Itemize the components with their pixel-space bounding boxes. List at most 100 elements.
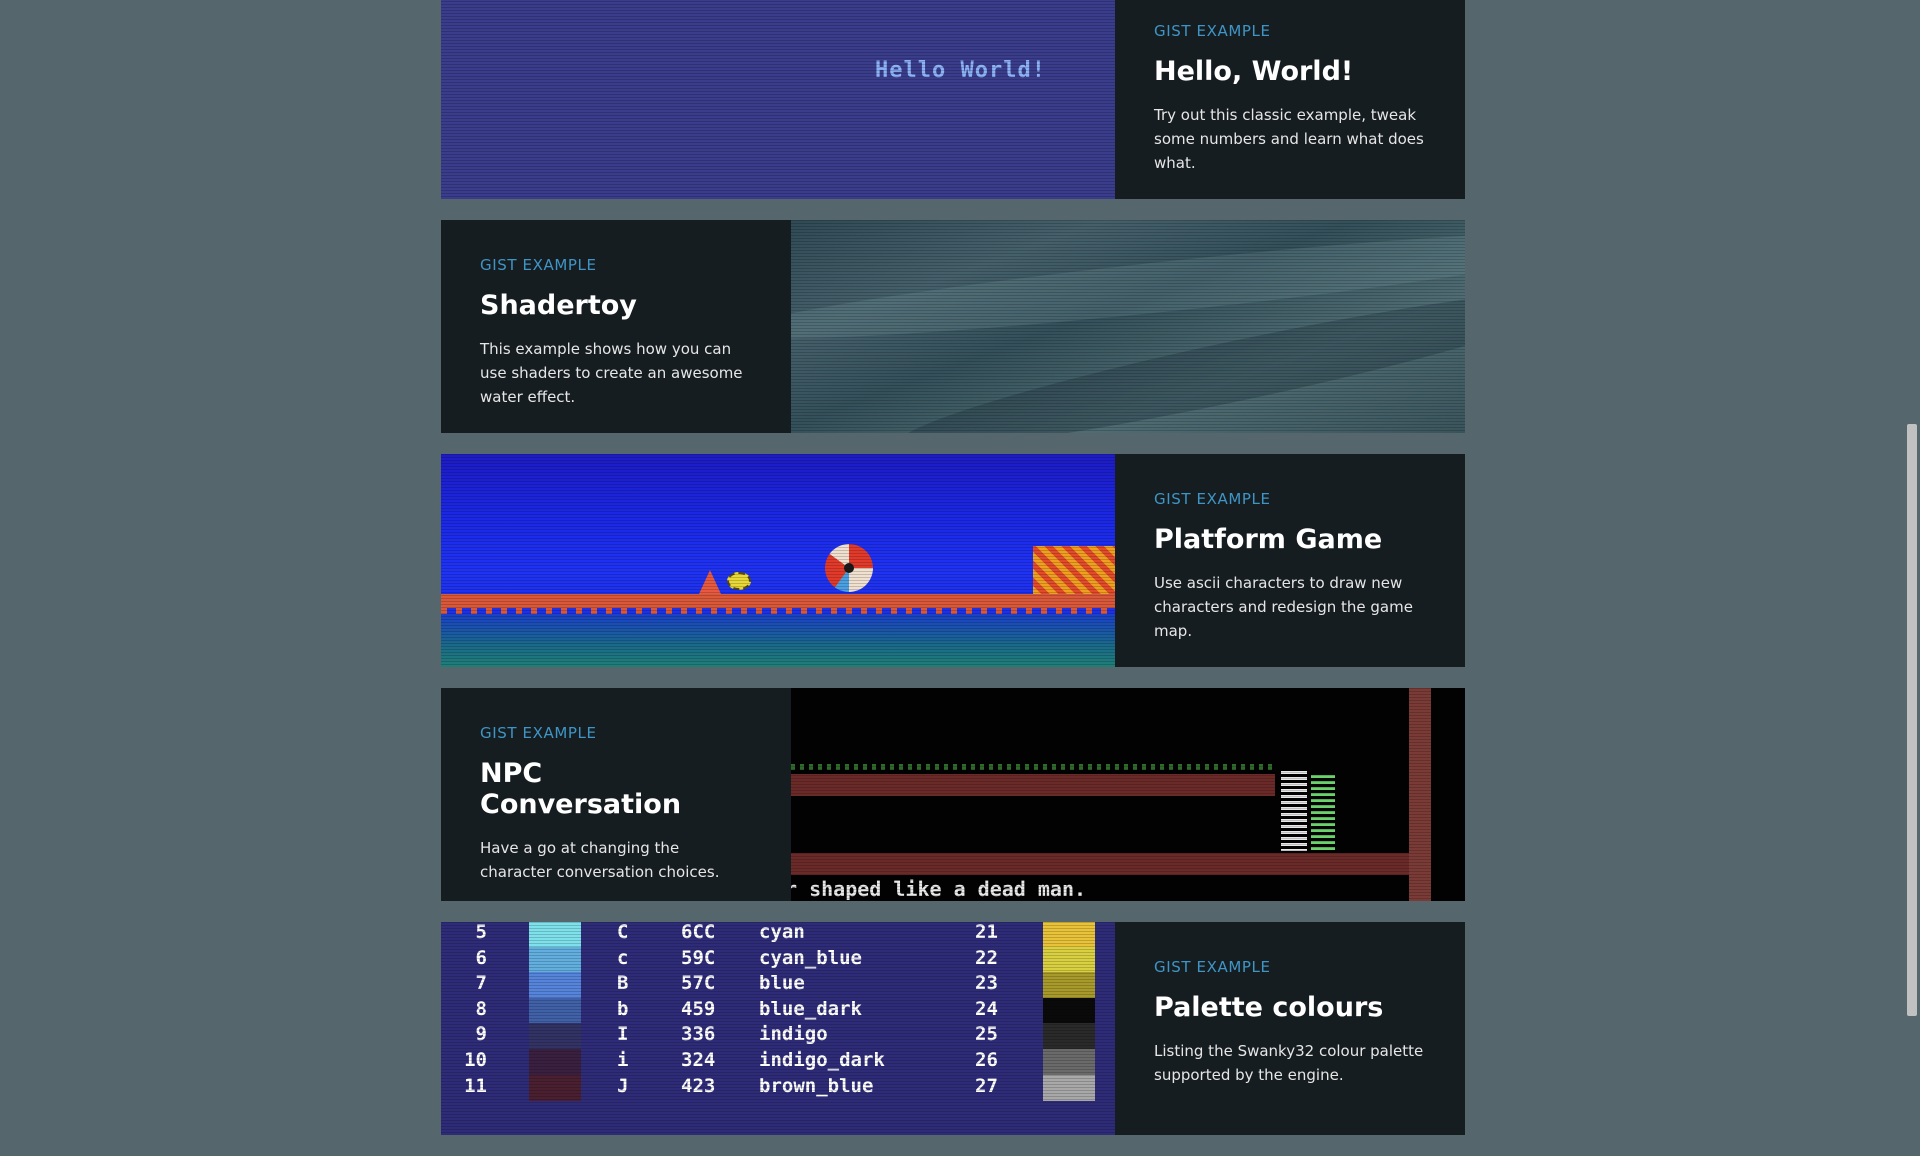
example-eyebrow: GIST EXAMPLE xyxy=(1154,22,1271,40)
example-preview-image[interactable]: Hello World! xyxy=(441,0,1115,199)
palette-row: 8 b 459 blue_dark 24 xyxy=(441,997,1115,1024)
palette-swatch xyxy=(1043,997,1095,1024)
palette-hex: 6CC xyxy=(681,922,716,943)
upper-ledge xyxy=(791,774,1275,796)
palette-row: 11 J 423 brown_blue 27 xyxy=(441,1074,1115,1101)
example-title[interactable]: Hello, World! xyxy=(1154,56,1425,87)
palette-idx: 23 xyxy=(975,972,998,995)
palette-num: 8 xyxy=(475,997,487,1020)
palette-name: cyan xyxy=(759,922,805,943)
palette-hex: 459 xyxy=(681,997,716,1020)
palette-swatch xyxy=(529,1049,581,1075)
example-preview-image[interactable]: 5 C 6CC cyan 21 6 c 59C cyan_blue 22 7 B 57C blue 23 8 b… xyxy=(441,922,1115,1135)
scrollbar-track[interactable] xyxy=(1904,0,1920,1080)
palette-row: 5 C 6CC cyan 21 xyxy=(441,922,1115,947)
palette-chr: c xyxy=(617,946,629,969)
palette-swatch xyxy=(1043,922,1095,947)
example-description: Use ascii characters to draw new charact… xyxy=(1154,574,1413,640)
player-sprite xyxy=(699,570,721,594)
palette-swatch xyxy=(1043,1023,1095,1050)
palette-chr: B xyxy=(617,972,629,995)
brick-block xyxy=(1033,546,1115,594)
example-info: GIST EXAMPLE Shadertoy This example show… xyxy=(441,220,791,433)
example-preview-image[interactable] xyxy=(441,454,1115,667)
palette-num: 5 xyxy=(475,922,487,943)
example-list: Hello World! GIST EXAMPLE Hello, World! … xyxy=(441,0,1465,1156)
palette-hex: 59C xyxy=(681,946,716,969)
palette-hex: 324 xyxy=(681,1049,716,1071)
example-title[interactable]: Shadertoy xyxy=(480,290,751,321)
palette-swatch xyxy=(529,946,581,973)
palette-row: 10 i 324 indigo_dark 26 xyxy=(441,1049,1115,1075)
palette-swatch xyxy=(1043,972,1095,999)
skeleton-sprite xyxy=(1281,771,1307,851)
palette-chr: b xyxy=(617,997,629,1020)
example-eyebrow: GIST EXAMPLE xyxy=(1154,490,1271,508)
example-title[interactable]: Platform Game xyxy=(1154,524,1425,555)
palette-name: cyan_blue xyxy=(759,946,862,969)
palette-idx: 27 xyxy=(975,1074,998,1097)
coin-sprite xyxy=(727,572,751,590)
example-info: GIST EXAMPLE NPC Conversation Have a go … xyxy=(441,688,791,901)
palette-num: 10 xyxy=(464,1049,487,1071)
palette-swatch xyxy=(1043,946,1095,973)
example-description: This example shows how you can use shade… xyxy=(480,340,743,406)
example-eyebrow: GIST EXAMPLE xyxy=(480,724,597,742)
ball-sprite xyxy=(825,544,873,592)
water xyxy=(441,614,1115,667)
example-card-shadertoy[interactable]: GIST EXAMPLE Shadertoy This example show… xyxy=(441,220,1465,433)
palette-idx: 22 xyxy=(975,946,998,969)
grass xyxy=(791,764,1275,770)
preview-screen-text: Hello World! xyxy=(875,58,1046,83)
palette-swatch xyxy=(529,922,581,947)
palette-num: 9 xyxy=(475,1023,487,1046)
example-title[interactable]: NPC Conversation xyxy=(480,758,751,820)
palette-chr: J xyxy=(617,1074,629,1097)
palette-chr: C xyxy=(617,922,629,943)
ground-spikes xyxy=(441,606,1115,614)
palette-swatch xyxy=(529,997,581,1024)
example-card-palette-colours[interactable]: 5 C 6CC cyan 21 6 c 59C cyan_blue 22 7 B 57C blue 23 8 b… xyxy=(441,922,1465,1135)
preview-screen-text: r shaped like a dead man. xyxy=(791,877,1087,901)
palette-name: brown_blue xyxy=(759,1074,874,1097)
palette-num: 11 xyxy=(464,1074,487,1097)
palette-idx: 21 xyxy=(975,922,998,943)
palette-swatch xyxy=(529,1023,581,1050)
example-preview-image[interactable]: r shaped like a dead man. xyxy=(791,688,1465,901)
palette-row: 9 I 336 indigo 25 xyxy=(441,1023,1115,1050)
palette-row: 6 c 59C cyan_blue 22 xyxy=(441,946,1115,973)
example-card-npc-conversation[interactable]: GIST EXAMPLE NPC Conversation Have a go … xyxy=(441,688,1465,901)
example-description: Try out this classic example, tweak some… xyxy=(1154,106,1424,172)
example-eyebrow: GIST EXAMPLE xyxy=(480,256,597,274)
example-description: Have a go at changing the character conv… xyxy=(480,839,720,881)
palette-hex: 336 xyxy=(681,1023,716,1046)
palette-name: blue_dark xyxy=(759,997,862,1020)
palette-name: indigo xyxy=(759,1023,828,1046)
palette-swatch xyxy=(529,972,581,999)
palette-chr: i xyxy=(617,1049,629,1071)
example-info: GIST EXAMPLE Hello, World! Try out this … xyxy=(1115,0,1465,199)
palette-row: 7 B 57C blue 23 xyxy=(441,972,1115,999)
example-info: GIST EXAMPLE Platform Game Use ascii cha… xyxy=(1115,454,1465,667)
palette-swatch xyxy=(1043,1049,1095,1075)
pillar xyxy=(1409,688,1431,901)
palette-idx: 24 xyxy=(975,997,998,1020)
palette-idx: 26 xyxy=(975,1049,998,1071)
palette-hex: 57C xyxy=(681,972,716,995)
palette-num: 7 xyxy=(475,972,487,995)
palette-num: 6 xyxy=(475,946,487,969)
palette-hex: 423 xyxy=(681,1074,716,1097)
palette-idx: 25 xyxy=(975,1023,998,1046)
palette-name: blue xyxy=(759,972,805,995)
palette-swatch xyxy=(1043,1074,1095,1101)
palette-name: indigo_dark xyxy=(759,1049,885,1071)
scrollbar-thumb[interactable] xyxy=(1907,424,1917,1016)
example-card-hello-world[interactable]: Hello World! GIST EXAMPLE Hello, World! … xyxy=(441,0,1465,199)
npc-sprite xyxy=(1311,775,1335,851)
example-preview-image[interactable] xyxy=(791,220,1465,433)
example-eyebrow: GIST EXAMPLE xyxy=(1154,958,1271,976)
lower-ledge xyxy=(791,853,1409,875)
example-card-platform-game[interactable]: GIST EXAMPLE Platform Game Use ascii cha… xyxy=(441,454,1465,667)
example-title[interactable]: Palette colours xyxy=(1154,992,1425,1023)
example-info: GIST EXAMPLE Palette colours Listing the… xyxy=(1115,922,1465,1135)
